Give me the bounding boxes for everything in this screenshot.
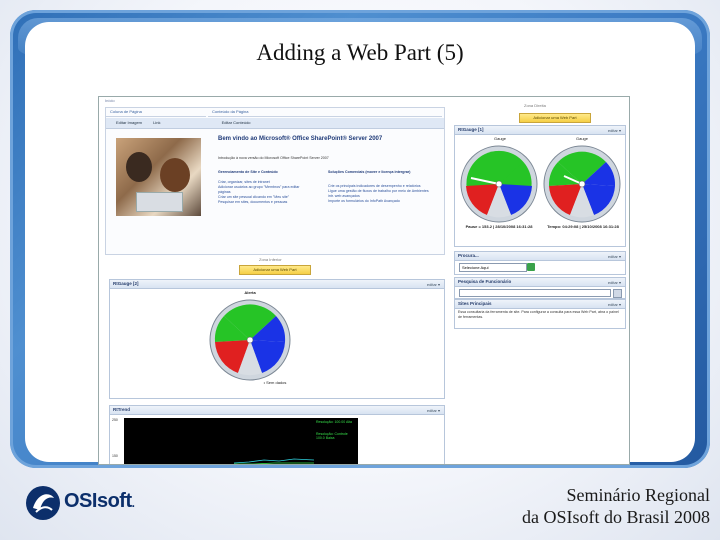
col2-list: Crie os principais indicadores de desemp… xyxy=(328,184,433,204)
gauge-readout: Pause = 153.2 | 28/10/2008 16:31:28 xyxy=(465,224,533,229)
list-item[interactable]: Importe os formulários do InfoPath Avanç… xyxy=(328,199,433,204)
webpart-title: Sites Principais editar ▾ xyxy=(455,300,625,309)
webpart-edit-menu[interactable]: editar ▾ xyxy=(608,301,621,309)
welcome-heading: Bem vindo ao Microsoft® Office SharePoin… xyxy=(218,136,383,142)
add-web-part-button-bottom[interactable]: Adicionar uma Web Part xyxy=(239,265,311,275)
edit-content-button[interactable]: Editar Conteúdo xyxy=(222,120,251,125)
webpart-rttrend: RtTrend editar ▾ 250 150 Resolução: 100.… xyxy=(109,405,445,464)
link-button[interactable]: Link xyxy=(153,120,160,125)
webpart-title: RtTrend editar ▾ xyxy=(110,406,444,415)
webpart-top-sites: Sites Principais editar ▾ Essa consultar… xyxy=(454,299,626,329)
webpart-edit-menu[interactable]: editar ▾ xyxy=(427,407,440,415)
bottom-zone-label: Zona Inferior xyxy=(259,257,282,262)
legend-item: Resolução: Controle 100.0 Baixa xyxy=(316,432,348,440)
event-title-line2: da OSIsoft do Brasil 2008 xyxy=(522,507,710,527)
sharepoint-screenshot: Início Zona Direita Coluna de Página Con… xyxy=(98,96,630,465)
search-scope-select[interactable]: Selecione Aqui xyxy=(459,263,527,272)
list-item[interactable]: Adicionar usuários ao grupo "Membros" pa… xyxy=(218,185,313,195)
event-title-line1: Seminário Regional xyxy=(566,485,710,505)
editing-toolbar: Editar Imagem Link Editar Conteúdo xyxy=(106,118,444,129)
gauge-readout: • Sem dados xyxy=(263,380,287,385)
webpart-rtgauge-2: RtGauge [2] editar ▾ Alerta • Sem dados xyxy=(109,279,445,399)
top-zone: Coluna de Página Conteúdo da Página Edit… xyxy=(105,107,445,255)
sites-body-text: Essa consultaria da ferramenta de site. … xyxy=(458,310,619,319)
trend-plot: 250 150 xyxy=(112,418,314,464)
col2-title: Soluções Comerciais (mover e licença int… xyxy=(328,170,411,174)
edit-image-button[interactable]: Editar Imagem xyxy=(116,120,142,125)
webpart-title: Pesquisa de Funcionário editar ▾ xyxy=(455,278,625,287)
webpart-search: Procura... editar ▾ Selecione Aqui xyxy=(454,251,626,275)
search-icon[interactable] xyxy=(613,289,622,298)
legend-item: Resolução: 100.00 Alta xyxy=(316,420,352,424)
event-title: Seminário Regional da OSIsoft do Brasil … xyxy=(522,484,710,528)
breadcrumb[interactable]: Início xyxy=(105,98,115,103)
osisoft-logo-icon xyxy=(26,486,60,520)
slide-title: Adding a Web Part (5) xyxy=(256,40,464,65)
trend-y-top: 250 xyxy=(112,418,118,422)
go-button[interactable] xyxy=(527,263,535,271)
left-zone-label: Coluna de Página xyxy=(106,108,206,117)
col1-list: Criar, organizar, sites de intranet Adic… xyxy=(218,180,313,205)
webpart-title: Procura... editar ▾ xyxy=(455,252,625,261)
osisoft-logo: OSIsoft. xyxy=(24,484,135,524)
webpart-people-search: Pesquisa de Funcionário editar ▾ xyxy=(454,277,626,299)
logo-text: OSIsoft. xyxy=(64,490,135,512)
list-item[interactable]: Ligue uma gestão de fluxos de trabalho p… xyxy=(328,189,433,199)
trend-y-bottom: 150 xyxy=(112,454,118,458)
mid-zone-label: Conteúdo da Página xyxy=(208,108,442,117)
trend-legend: Resolução: 100.00 Alta Resolução: Contro… xyxy=(314,418,358,464)
webpart-edit-menu[interactable]: editar ▾ xyxy=(608,279,621,287)
add-web-part-button-right[interactable]: Adicionar uma Web Part xyxy=(519,113,591,123)
list-item[interactable]: Pesquisar em sites, documentos e pessoas xyxy=(218,200,313,205)
webpart-rtgauge-1: RtGauge [1] editar ▾ Gauge Gauge Pause =… xyxy=(454,125,626,247)
col1-title: Gerenciamento de Site e Conteúdo xyxy=(218,170,278,174)
people-search-input[interactable] xyxy=(459,289,611,297)
welcome-intro: Introdução à nova versão do Microsoft Of… xyxy=(218,156,329,160)
trend-lines xyxy=(233,458,314,464)
gauge-readout: Tempo: 04:29:08 | 25/10/2008 16:31:28 xyxy=(547,224,619,229)
welcome-photo xyxy=(116,138,201,216)
webpart-edit-menu[interactable]: editar ▾ xyxy=(608,253,621,261)
right-zone-label: Zona Direita xyxy=(524,103,546,108)
